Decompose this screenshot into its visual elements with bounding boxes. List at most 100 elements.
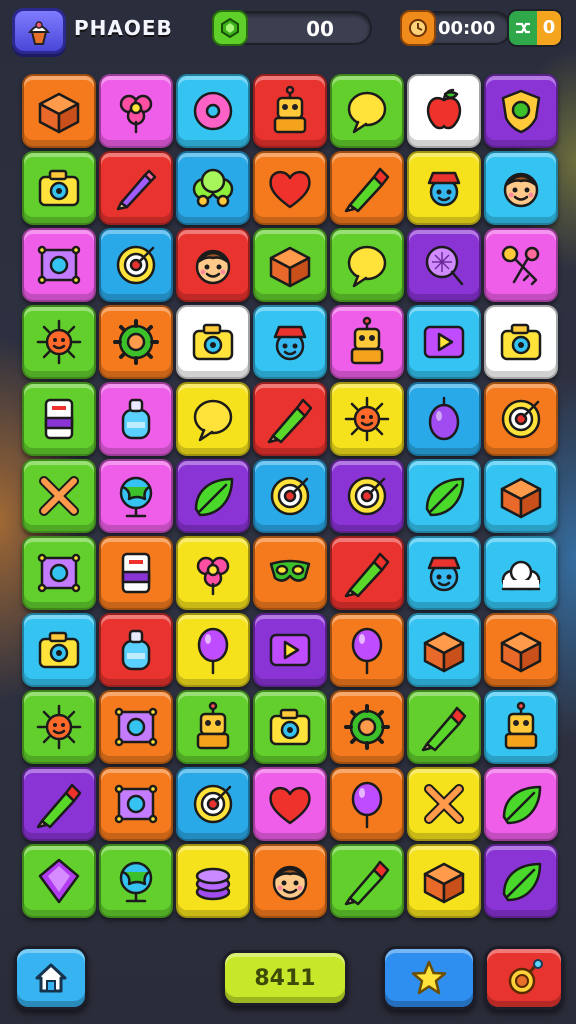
tile-camera[interactable] [253, 690, 327, 764]
frame-icon [114, 707, 158, 747]
tile-gear[interactable] [99, 305, 173, 379]
tile-bottle[interactable] [99, 613, 173, 687]
tile-face-hat[interactable] [407, 536, 481, 610]
cross-icon [424, 784, 464, 824]
gear-icon [344, 704, 390, 750]
gem-counter: 00 [212, 10, 372, 46]
tile-robot[interactable] [330, 305, 404, 379]
tile-keys[interactable] [484, 228, 558, 302]
tile-crayon[interactable] [330, 844, 404, 918]
tile-cross[interactable] [407, 767, 481, 841]
tile-globe[interactable] [99, 844, 173, 918]
tile-tag[interactable] [99, 536, 173, 610]
camera-icon [38, 631, 80, 669]
ring-icon [270, 476, 310, 516]
tile-mask[interactable] [253, 536, 327, 610]
box-icon [423, 631, 465, 673]
star-button[interactable] [382, 946, 476, 1010]
tile-face-hat[interactable] [407, 151, 481, 225]
play-button[interactable]: 8411 [222, 950, 348, 1006]
crayon-icon [267, 398, 313, 444]
tile-sun[interactable] [330, 382, 404, 456]
tile-face[interactable] [484, 151, 558, 225]
tile-sun[interactable] [22, 305, 96, 379]
tile-frame[interactable] [99, 767, 173, 841]
tile-gem[interactable] [22, 844, 96, 918]
tile-face[interactable] [253, 844, 327, 918]
tile-box[interactable] [484, 459, 558, 533]
tile-heart[interactable] [253, 151, 327, 225]
tile-leaf[interactable] [484, 767, 558, 841]
gem-count: 00 [306, 17, 334, 41]
tile-face[interactable] [176, 228, 250, 302]
tile-leaf[interactable] [176, 459, 250, 533]
shield-icon [501, 89, 541, 134]
tile-donut[interactable] [176, 74, 250, 148]
bubble-icon [347, 91, 387, 134]
tile-ring[interactable] [99, 228, 173, 302]
tile-frame[interactable] [22, 536, 96, 610]
tile-gear[interactable] [330, 690, 404, 764]
tile-leaf[interactable] [407, 459, 481, 533]
tile-bush[interactable] [176, 151, 250, 225]
tile-ring[interactable] [484, 382, 558, 456]
tile-globe[interactable] [99, 459, 173, 533]
tile-crayon[interactable] [22, 767, 96, 841]
tile-box[interactable] [407, 613, 481, 687]
tile-ring[interactable] [176, 767, 250, 841]
tile-robot[interactable] [253, 74, 327, 148]
tile-camera[interactable] [176, 305, 250, 379]
tile-flower[interactable] [176, 536, 250, 610]
tile-play[interactable] [407, 305, 481, 379]
tile-balloon[interactable] [330, 613, 404, 687]
tile-crayon[interactable] [253, 382, 327, 456]
tile-sun[interactable] [22, 690, 96, 764]
tile-coin-stack[interactable] [176, 844, 250, 918]
tile-apple[interactable] [407, 74, 481, 148]
tile-face-hat[interactable] [253, 305, 327, 379]
tile-shield[interactable] [484, 74, 558, 148]
tile-frame[interactable] [22, 228, 96, 302]
tile-bottle[interactable] [99, 382, 173, 456]
robot-icon [350, 316, 384, 365]
tile-balloon[interactable] [176, 613, 250, 687]
tile-camera[interactable] [22, 151, 96, 225]
frame-icon [37, 553, 81, 593]
tile-racket[interactable] [407, 228, 481, 302]
box-icon [500, 631, 542, 673]
tile-frame[interactable] [99, 690, 173, 764]
hint-button[interactable] [484, 946, 564, 1010]
tile-heart[interactable] [253, 767, 327, 841]
tile-robot[interactable] [176, 690, 250, 764]
logo-button[interactable] [12, 8, 66, 54]
tile-pencil[interactable] [99, 151, 173, 225]
tile-flower[interactable] [99, 74, 173, 148]
tile-cross[interactable] [22, 459, 96, 533]
tile-robot[interactable] [484, 690, 558, 764]
tile-box[interactable] [407, 844, 481, 918]
tile-bubble[interactable] [176, 382, 250, 456]
tile-leaf[interactable] [484, 844, 558, 918]
tile-tag[interactable] [22, 382, 96, 456]
home-button[interactable] [14, 946, 88, 1010]
tile-camera[interactable] [484, 305, 558, 379]
bubble-icon [193, 399, 233, 442]
tile-box[interactable] [484, 613, 558, 687]
tile-crayon[interactable] [407, 690, 481, 764]
tile-ring[interactable] [253, 459, 327, 533]
face-hat-icon [427, 171, 461, 207]
tile-clouds[interactable] [484, 536, 558, 610]
tile-egg[interactable] [407, 382, 481, 456]
tile-crayon[interactable] [330, 536, 404, 610]
tile-ring[interactable] [330, 459, 404, 533]
tile-bubble[interactable] [330, 74, 404, 148]
tile-box[interactable] [22, 74, 96, 148]
tile-balloon[interactable] [330, 767, 404, 841]
tile-box[interactable] [253, 228, 327, 302]
tile-bubble[interactable] [330, 228, 404, 302]
gear-icon [113, 319, 159, 365]
tile-camera[interactable] [22, 613, 96, 687]
tile-crayon[interactable] [330, 151, 404, 225]
tile-play[interactable] [253, 613, 327, 687]
robot-icon [273, 85, 307, 134]
